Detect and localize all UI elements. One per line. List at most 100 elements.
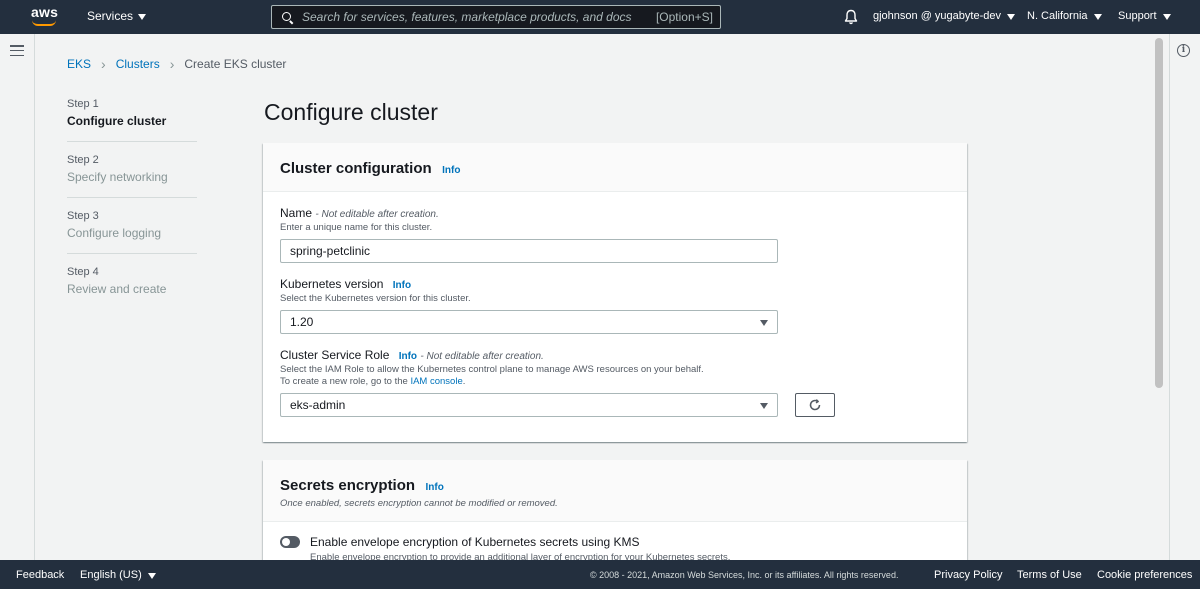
secrets-subtitle: Once enabled, secrets encryption cannot … (280, 498, 558, 509)
panel-body: Name - Not editable after creation. Ente… (263, 192, 967, 445)
secrets-encryption-panel: Secrets encryption Info Once enabled, se… (263, 460, 967, 560)
language-selector[interactable]: English (US) (80, 569, 156, 581)
breadcrumb: EKS › Clusters › Create EKS cluster (67, 56, 286, 72)
panel-title: Secrets encryption (280, 477, 416, 494)
search-input[interactable] (302, 10, 656, 24)
period: . (462, 376, 466, 387)
service-role-label: Cluster Service Role (280, 348, 390, 362)
kubernetes-version-label: Kubernetes version (280, 277, 384, 291)
breadcrumb-eks-link[interactable]: EKS (67, 57, 91, 71)
panel-title: Cluster configuration (280, 160, 432, 177)
support-menu[interactable]: Support (1118, 10, 1171, 22)
kubernetes-version-field: Kubernetes version Info Select the Kuber… (280, 277, 950, 334)
toggle-description: Enable envelope encryption to provide an… (310, 552, 731, 560)
step-number: Step 4 (67, 266, 99, 278)
top-navigation: aws Services [Option+S] gjohnson @ yugab… (0, 0, 1200, 34)
selected-value: 1.20 (290, 315, 314, 329)
name-field: Name - Not editable after creation. Ente… (280, 206, 950, 263)
breadcrumb-clusters-link[interactable]: Clusters (116, 57, 160, 71)
search-bar[interactable]: [Option+S] (271, 5, 721, 29)
step-title: Configure logging (67, 226, 162, 240)
panel-header: Secrets encryption Info Once enabled, se… (263, 460, 967, 522)
search-icon (282, 11, 293, 23)
step-title: Configure cluster (67, 114, 167, 128)
panel-header: Cluster configuration Info (263, 143, 967, 192)
aws-logo[interactable]: aws (31, 4, 59, 26)
info-link[interactable]: Info (426, 482, 444, 493)
scrollbar-thumb[interactable] (1155, 38, 1163, 388)
cluster-configuration-panel: Cluster configuration Info Name - Not ed… (263, 143, 967, 442)
terms-of-use-link[interactable]: Terms of Use (1017, 569, 1082, 581)
chevron-right-icon: › (101, 56, 106, 72)
iam-console-text: To create a new role, go to the (280, 376, 408, 387)
wizard-step-1: Step 1 Configure cluster (67, 98, 197, 142)
field-label: Cluster Service Role Info - Not editable… (280, 348, 950, 362)
caret-down-icon (1006, 13, 1015, 20)
name-note: - Not editable after creation. (315, 209, 439, 220)
service-role-row: eks-admin (280, 393, 950, 417)
step-title: Review and create (67, 282, 167, 296)
selected-value: eks-admin (290, 398, 346, 412)
caret-down-icon (138, 13, 147, 20)
breadcrumb-current: Create EKS cluster (184, 57, 287, 71)
cookie-preferences-link[interactable]: Cookie preferences (1097, 569, 1192, 581)
caret-down-icon (1162, 13, 1171, 20)
copyright-text: © 2008 - 2021, Amazon Web Services, Inc.… (590, 570, 899, 580)
support-label: Support (1118, 10, 1157, 22)
caret-down-icon (1093, 13, 1102, 20)
bell-icon[interactable] (844, 9, 858, 25)
language-label: English (US) (80, 569, 142, 581)
wizard-step-2: Step 2 Specify networking (67, 154, 197, 198)
refresh-button[interactable] (795, 393, 835, 417)
feedback-link[interactable]: Feedback (16, 569, 64, 581)
account-menu[interactable]: gjohnson @ yugabyte-dev (873, 10, 1015, 22)
step-number: Step 3 (67, 210, 99, 222)
step-number: Step 2 (67, 154, 99, 166)
info-link[interactable]: Info (399, 351, 417, 362)
kubernetes-version-select[interactable]: 1.20 (280, 310, 778, 334)
toggle-label: Enable envelope encryption of Kubernetes… (310, 535, 640, 549)
tools-rail (1169, 34, 1200, 560)
aws-logo-smile (32, 20, 56, 26)
kms-encryption-toggle[interactable] (280, 536, 300, 548)
caret-down-icon (760, 319, 768, 326)
privacy-policy-link[interactable]: Privacy Policy (934, 569, 1002, 581)
iam-console-link[interactable]: IAM console (410, 376, 462, 387)
footer: Feedback English (US) © 2008 - 2021, Ama… (0, 560, 1200, 589)
aws-logo-text: aws (31, 4, 59, 20)
account-label: gjohnson @ yugabyte-dev (873, 10, 1001, 22)
search-shortcut-hint: [Option+S] (655, 10, 713, 24)
wizard-step-4: Step 4 Review and create (67, 266, 197, 309)
info-link[interactable]: Info (442, 165, 460, 176)
region-label: N. California (1027, 10, 1088, 22)
hamburger-icon[interactable] (10, 45, 24, 57)
wizard-step-3: Step 3 Configure logging (67, 210, 197, 254)
left-rail-divider (34, 34, 35, 560)
services-menu-button[interactable]: Services (87, 9, 147, 23)
chevron-right-icon: › (169, 56, 175, 72)
kms-toggle-row: Enable envelope encryption of Kubernetes… (280, 535, 950, 549)
field-label: Name - Not editable after creation. (280, 206, 950, 220)
caret-down-icon (147, 572, 156, 579)
service-role-description-2: To create a new role, go to the IAM cons… (280, 376, 950, 387)
panel-body: Enable envelope encryption of Kubernetes… (263, 522, 967, 560)
cluster-name-input[interactable]: spring-petclinic (280, 239, 778, 263)
services-label: Services (87, 9, 134, 23)
info-icon[interactable]: i (1177, 44, 1190, 57)
step-number: Step 1 (67, 98, 99, 110)
field-label: Kubernetes version Info (280, 277, 950, 291)
page-title: Configure cluster (264, 99, 438, 125)
step-title: Specify networking (67, 170, 168, 184)
caret-down-icon (760, 402, 768, 409)
service-role-field: Cluster Service Role Info - Not editable… (280, 348, 950, 417)
region-menu[interactable]: N. California (1027, 10, 1102, 22)
refresh-icon (809, 399, 821, 411)
wizard-steps: Step 1 Configure cluster Step 2 Specify … (67, 98, 197, 321)
service-role-select[interactable]: eks-admin (280, 393, 778, 417)
kubernetes-version-description: Select the Kubernetes version for this c… (280, 293, 471, 304)
service-role-note: - Not editable after creation. (420, 351, 544, 362)
name-label: Name (280, 206, 313, 220)
name-description: Enter a unique name for this cluster. (280, 222, 433, 233)
info-link[interactable]: Info (393, 280, 411, 291)
service-role-description: Select the IAM Role to allow the Kuberne… (280, 364, 704, 375)
